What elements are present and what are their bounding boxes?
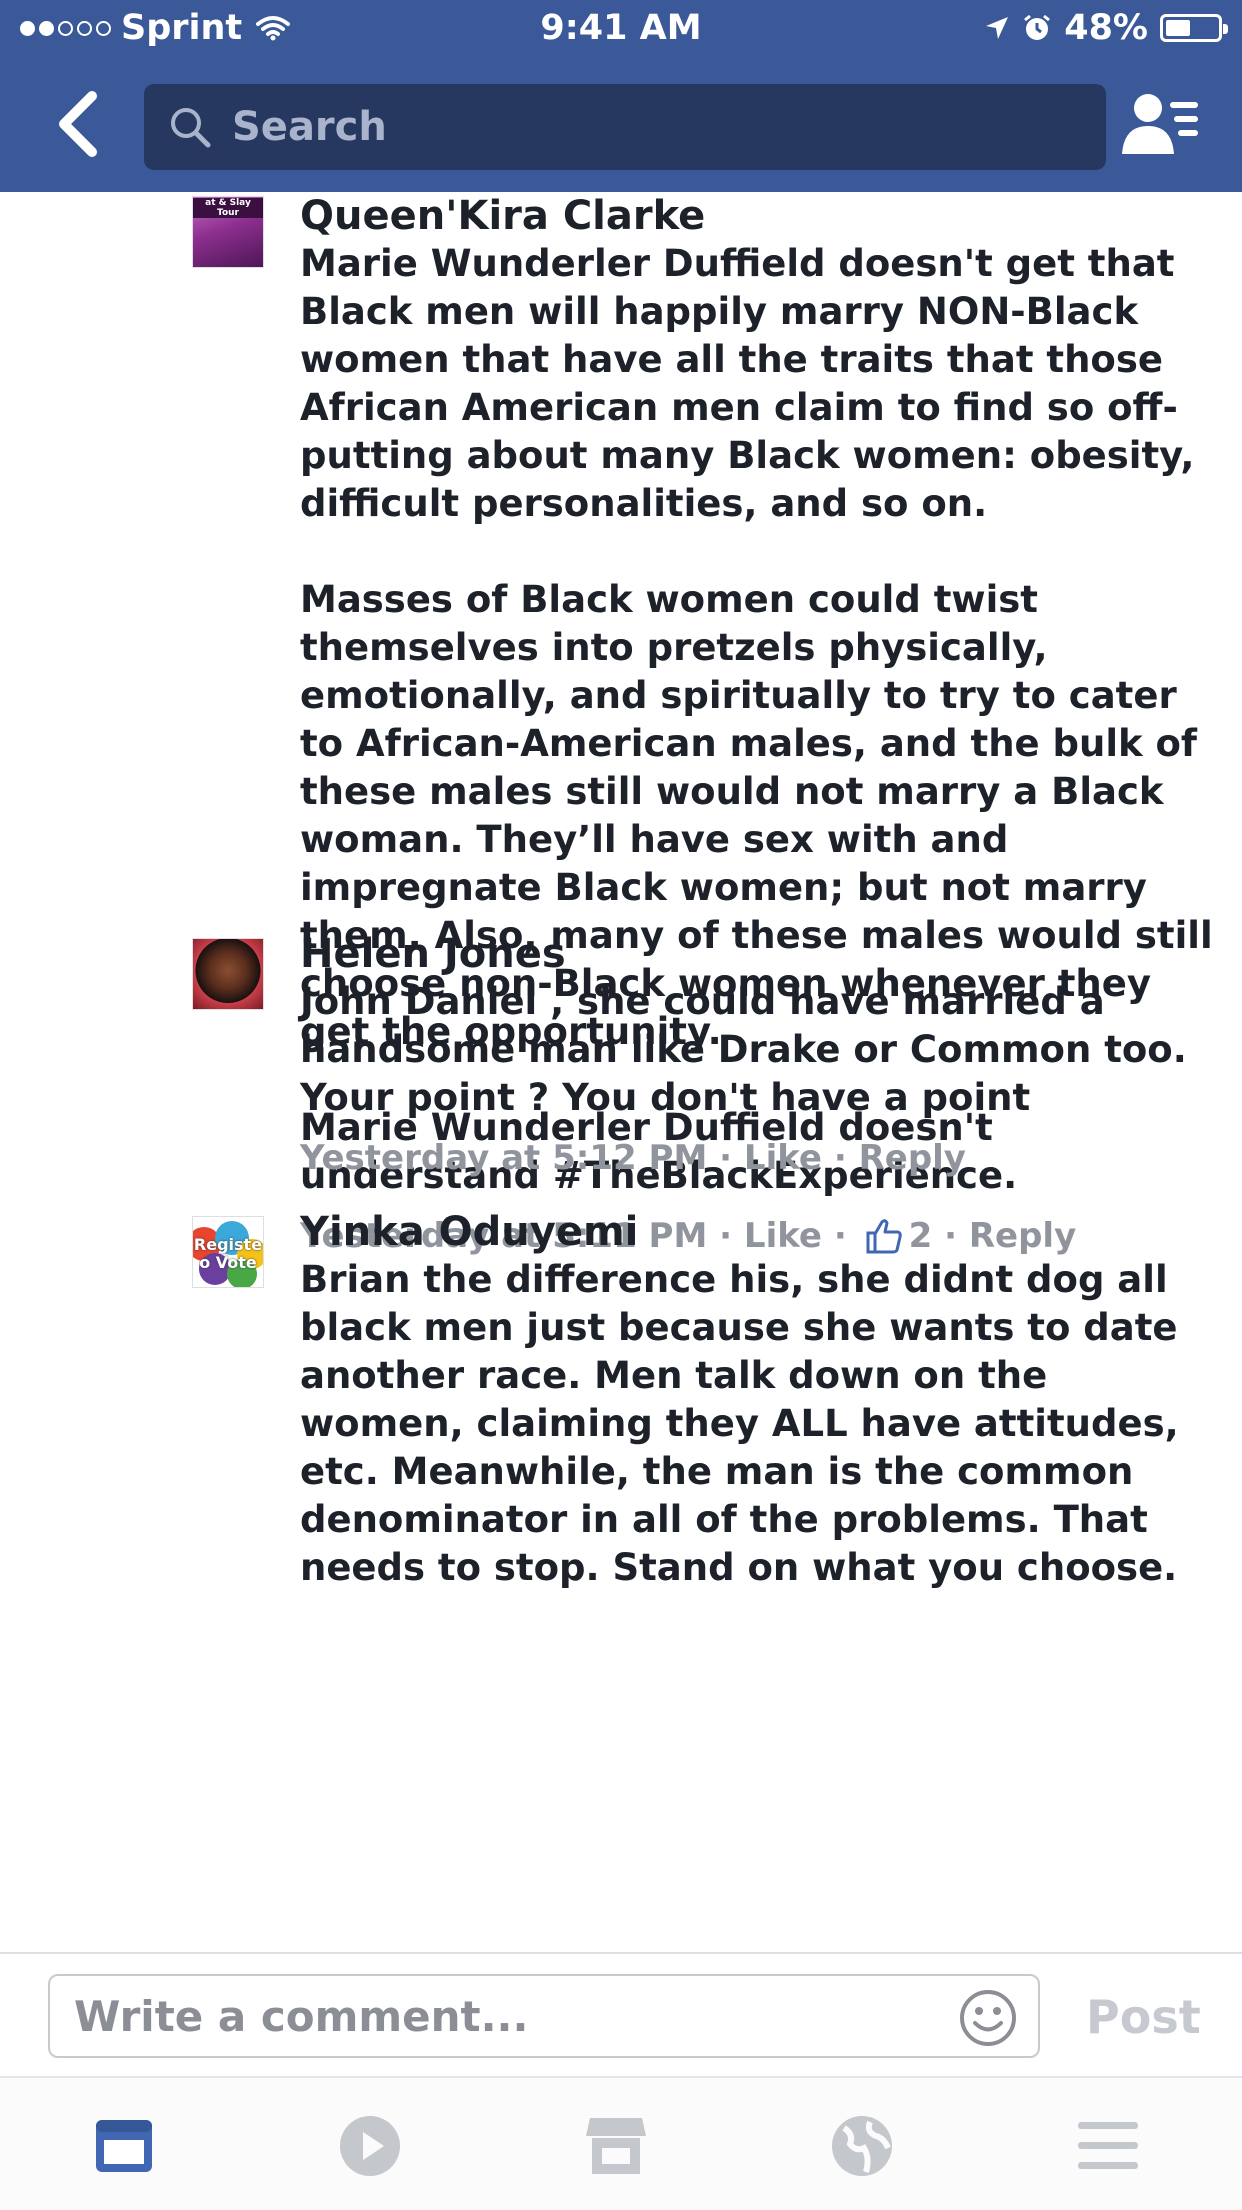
tab-bar [0, 2076, 1242, 2210]
back-button[interactable] [48, 88, 108, 160]
comment-composer: Write a comment... Post [0, 1952, 1242, 2078]
status-right: 48% [984, 8, 1228, 48]
avatar[interactable]: at & Slay Tour [192, 196, 264, 268]
reply-button[interactable]: Reply [859, 1134, 966, 1182]
battery-icon [1160, 14, 1228, 42]
notifications-globe-icon[interactable] [830, 2114, 894, 2178]
search-placeholder: Search [232, 104, 387, 150]
news-feed-icon[interactable] [92, 2114, 156, 2178]
video-icon[interactable] [338, 2114, 402, 2178]
comment-author[interactable]: Helen Jones [300, 930, 1220, 978]
comments-list: at & Slay Tour Queen'Kira Clarke Marie W… [0, 192, 1242, 1952]
post-button[interactable]: Post [1086, 1990, 1201, 2044]
menu-icon[interactable] [1076, 2114, 1140, 2178]
avatar[interactable]: Registe o Vote [192, 1216, 264, 1288]
comment-input-placeholder: Write a comment... [74, 1992, 529, 2041]
location-arrow-icon [986, 17, 1009, 39]
battery-level-fill [1166, 20, 1190, 36]
comment-body: Yinka Oduyemi Brian the difference his, … [300, 1208, 1220, 1592]
comment-author[interactable]: Yinka Oduyemi [300, 1208, 1220, 1256]
friend-requests-icon[interactable] [1120, 92, 1200, 158]
comment-text-paragraph: Marie Wunderler Duffield doesn't get tha… [300, 242, 1195, 525]
comment-meta: Yesterday at 5:12 PM · Like · Reply [300, 1134, 1220, 1182]
battery-percent: 48% [1064, 8, 1148, 48]
like-button[interactable]: Like [744, 1134, 822, 1182]
separator: · [707, 1138, 744, 1178]
comment-text: John Daniel , she could have married a h… [300, 980, 1187, 1119]
separator: · [821, 1138, 859, 1178]
avatar-text: Registe [193, 1235, 263, 1254]
navigation-bar: Search [0, 60, 1242, 192]
comment-input[interactable]: Write a comment... [48, 1974, 1040, 2058]
comment-text: Brian the difference his, she didnt dog … [300, 1258, 1179, 1589]
marketplace-icon[interactable] [584, 2114, 648, 2178]
avatar-text: o Vote [199, 1253, 257, 1272]
smiley-icon[interactable] [958, 1988, 1018, 2048]
comment-timestamp[interactable]: Yesterday at 5:12 PM [300, 1134, 707, 1182]
avatar-text: at & Slay Tour [193, 198, 263, 218]
top-bar: Sprint 9:41 AM 48% Search [0, 0, 1242, 192]
alarm-clock-icon [1024, 14, 1051, 40]
comment-author[interactable]: Queen'Kira Clarke [300, 192, 1220, 240]
search-icon [171, 108, 211, 148]
status-bar: Sprint 9:41 AM 48% [0, 0, 1242, 60]
avatar[interactable] [192, 938, 264, 1010]
comment-body: Helen Jones John Daniel , she could have… [300, 930, 1220, 1182]
search-input[interactable]: Search [144, 84, 1106, 170]
